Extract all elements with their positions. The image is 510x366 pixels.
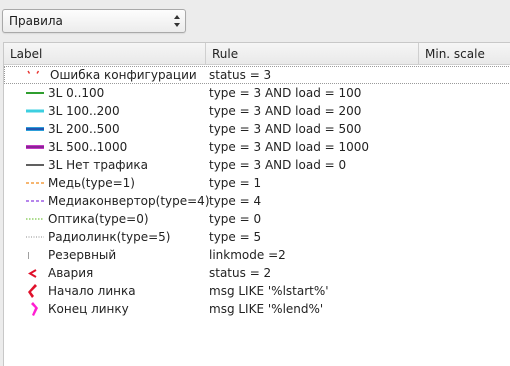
table-row[interactable]: 3L 0..100 type = 3 AND load = 100 [4, 84, 510, 102]
row-rule: linkmode =2 [209, 248, 286, 262]
row-label: Оптика(type=0) [48, 212, 149, 226]
table-row[interactable]: 3L 100..200 type = 3 AND load = 200 [4, 102, 510, 120]
table-row[interactable]: Медиаконвертор(type=4) type = 4 [4, 192, 510, 210]
row-rule: type = 3 AND load = 500 [209, 122, 362, 136]
row-rule: type = 3 AND load = 0 [209, 158, 347, 172]
row-label: 3L 100..200 [48, 104, 120, 118]
row-rule: msg LIKE '%lstart%' [209, 284, 329, 298]
row-rule: type = 0 [209, 212, 262, 226]
gray-tick-icon [28, 252, 29, 259]
row-rule: type = 3 AND load = 1000 [209, 140, 370, 154]
row-label: 3L 200..500 [48, 122, 120, 136]
rules-table: Label Rule Min. scale Ошибка конфигураци… [3, 42, 510, 366]
table-row[interactable]: Оптика(type=0) type = 0 [4, 210, 510, 228]
table-row[interactable]: 3L Нет трафика type = 3 AND load = 0 [4, 156, 510, 174]
red-start-marker-icon [28, 284, 37, 298]
table-row[interactable]: Ошибка конфигурации status = 3 [4, 66, 510, 84]
row-label: Авария [48, 266, 94, 280]
row-label: 3L 0..100 [48, 86, 105, 100]
row-label: Резервный [48, 248, 117, 262]
header-rule[interactable]: Rule [206, 43, 419, 65]
gray-dotted-line-icon [26, 236, 44, 238]
row-label: Медиаконвертор(type=4) [48, 194, 210, 208]
row-label: Начало линка [48, 284, 136, 298]
table-header: Label Rule Min. scale [4, 43, 510, 65]
green-line-icon [26, 92, 44, 94]
table-row[interactable]: Резервный linkmode =2 [4, 246, 510, 264]
row-rule: type = 3 AND load = 200 [209, 104, 362, 118]
row-rule: type = 4 [209, 194, 262, 208]
row-label: Радиолинк(type=5) [48, 230, 171, 244]
table-row[interactable]: Конец линку msg LIKE '%lend%' [4, 300, 510, 318]
table-row[interactable]: Авария status = 2 [4, 264, 510, 282]
row-rule: msg LIKE '%lend%' [209, 302, 324, 316]
row-label: 3L 500..1000 [48, 140, 128, 154]
row-label: Ошибка конфигурации [50, 68, 197, 82]
table-row[interactable]: 3L 500..1000 type = 3 AND load = 1000 [4, 138, 510, 156]
header-label[interactable]: Label [4, 43, 206, 65]
row-rule: type = 3 AND load = 100 [209, 86, 362, 100]
row-rule: status = 2 [209, 266, 272, 280]
rules-rows: Ошибка конфигурации status = 3 3L 0..100… [4, 66, 510, 318]
lightgreen-dotted-line-icon [26, 218, 44, 220]
magenta-line-icon [26, 145, 44, 149]
purple-dashed-line-icon [26, 200, 44, 202]
cyan-line-icon [26, 109, 44, 113]
red-chevron-icon [28, 269, 37, 278]
row-rule: type = 5 [209, 230, 262, 244]
orange-dashed-line-icon [26, 182, 44, 184]
row-label: 3L Нет трафика [48, 158, 148, 172]
table-row[interactable]: Радиолинк(type=5) type = 5 [4, 228, 510, 246]
row-rule: status = 3 [209, 68, 272, 82]
up-down-arrows-icon [174, 15, 180, 27]
table-row[interactable]: Медь(type=1) type = 1 [4, 174, 510, 192]
row-label: Конец линку [48, 302, 129, 316]
row-rule: type = 1 [209, 176, 262, 190]
table-row[interactable]: 3L 200..500 type = 3 AND load = 500 [4, 120, 510, 138]
black-line-icon [26, 164, 44, 166]
magenta-end-marker-icon [31, 302, 38, 316]
header-min-scale[interactable]: Min. scale [419, 43, 510, 65]
rules-select-value: Правила [9, 14, 63, 28]
red-tick-icon [27, 70, 40, 74]
table-row[interactable]: Начало линка msg LIKE '%lstart%' [4, 282, 510, 300]
blue-line-icon [26, 127, 44, 131]
rules-select[interactable]: Правила [2, 9, 186, 33]
row-label: Медь(type=1) [48, 176, 135, 190]
